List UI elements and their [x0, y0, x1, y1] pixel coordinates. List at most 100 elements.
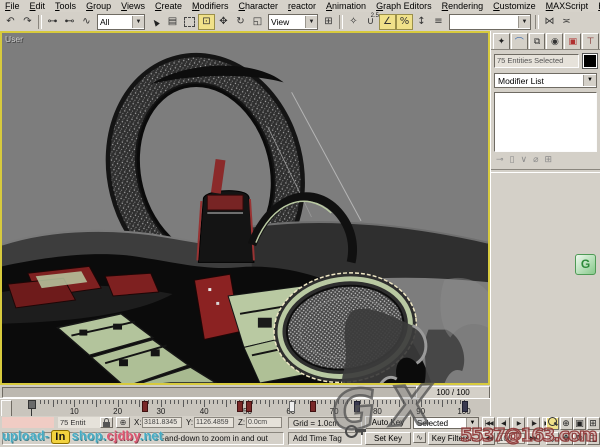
play-button[interactable]: ▶ — [512, 417, 525, 430]
use-pivot-center-button[interactable]: ⊞ — [320, 14, 337, 30]
z-coordinate-field[interactable]: 0.0cm — [246, 417, 282, 428]
viewport-user[interactable]: User — [0, 31, 490, 385]
menu-customize[interactable]: Customize — [488, 0, 541, 12]
menu-modifiers[interactable]: Modifiers — [187, 0, 234, 12]
chevron-down-icon[interactable]: ▼ — [518, 16, 530, 28]
menu-edit[interactable]: Edit — [25, 0, 51, 12]
select-and-scale-button[interactable]: ◱ — [249, 14, 266, 30]
menu-grapheditors[interactable]: Graph Editors — [371, 0, 437, 12]
absolute-offset-toggle[interactable]: ⊕ — [116, 417, 130, 428]
select-and-rotate-button[interactable]: ↻ — [232, 14, 249, 30]
select-object-button[interactable]: ▲ — [147, 14, 164, 30]
pan-button[interactable]: ✥ — [560, 432, 573, 445]
chevron-down-icon[interactable]: ▼ — [466, 418, 478, 428]
x-coordinate-field[interactable]: 3181.8345 — [142, 417, 182, 428]
display-tab[interactable]: ▣ — [564, 33, 581, 49]
select-and-link-button[interactable]: ⊶ — [44, 14, 61, 30]
next-key-button[interactable]: ▶▶ — [527, 432, 540, 445]
pin-stack-button[interactable]: ⊸ — [496, 155, 504, 165]
keyframe-marker[interactable] — [462, 401, 468, 412]
menu-tools[interactable]: Tools — [50, 0, 81, 12]
object-name-field[interactable]: 75 Entities Selected — [494, 54, 579, 68]
menu-animation[interactable]: Animation — [321, 0, 371, 12]
bind-to-spacewarp-button[interactable]: ∿ — [78, 14, 95, 30]
window-crossing-toggle[interactable]: ⊡ — [198, 14, 215, 30]
remove-modifier-button[interactable]: ⌀ — [533, 155, 538, 165]
angle-snap-toggle[interactable]: ∠ — [379, 14, 396, 30]
rect-selection-region-button[interactable] — [181, 14, 198, 30]
field-of-view-button[interactable]: ◇ — [546, 432, 559, 445]
menu-views[interactable]: Views — [116, 0, 150, 12]
redo-button[interactable]: ↷ — [19, 14, 36, 30]
spinner-snap-toggle[interactable]: ↕ — [413, 14, 430, 30]
menu-file[interactable]: File — [0, 0, 25, 12]
unlink-selection-button[interactable]: ⊷ — [61, 14, 78, 30]
make-unique-button[interactable]: ∨ — [521, 155, 528, 165]
track-bar-ruler[interactable]: 102030405060708090100 — [11, 399, 489, 417]
menu-maxscript[interactable]: MAXScript — [541, 0, 594, 12]
current-frame-field[interactable]: 100 — [497, 433, 525, 444]
select-and-manipulate-button[interactable]: ✧ — [345, 14, 362, 30]
viewport-canvas[interactable] — [2, 33, 488, 383]
modify-tab[interactable]: ⌒ — [511, 33, 528, 49]
next-frame-button[interactable]: |▶ — [527, 417, 540, 430]
undo-button[interactable]: ↶ — [2, 14, 19, 30]
create-tab[interactable]: ✦ — [493, 33, 510, 49]
menu-create[interactable]: Create — [150, 0, 187, 12]
time-slider[interactable]: 100 / 100 — [0, 385, 490, 398]
set-key-button[interactable]: Set Key — [365, 432, 411, 445]
zoom-extents-button[interactable]: ▣ — [573, 417, 586, 430]
keyframe-marker[interactable] — [142, 401, 148, 412]
menu-help[interactable]: Help — [593, 0, 600, 12]
new-key-tangent-button[interactable]: ∿ — [413, 432, 426, 443]
key-mode-toggle[interactable]: ◀◀ — [482, 432, 495, 445]
menu-group[interactable]: Group — [81, 0, 116, 12]
menu-reactor[interactable]: reactor — [283, 0, 321, 12]
chevron-down-icon[interactable]: ▼ — [305, 16, 317, 28]
keyframe-marker[interactable] — [289, 401, 295, 412]
chevron-down-icon[interactable]: ▼ — [583, 75, 596, 86]
show-end-result-button[interactable]: ▯ — [510, 155, 515, 165]
selection-lock-toggle[interactable] — [100, 417, 113, 428]
zoom-extents-all-button[interactable]: ⊞ — [587, 417, 600, 430]
min-max-toggle-button[interactable]: ◱ — [587, 432, 600, 445]
zoom-all-button[interactable]: ⊕ — [560, 417, 573, 430]
modifier-stack-list[interactable] — [494, 92, 597, 152]
reference-coordinate-dropdown[interactable]: View▼ — [268, 14, 318, 30]
select-and-move-button[interactable]: ✥ — [215, 14, 232, 30]
keyframe-marker[interactable] — [246, 401, 252, 412]
arc-rotate-button[interactable]: ↻ — [573, 432, 586, 445]
keyframe-marker[interactable] — [354, 401, 360, 412]
named-selection-dropdown[interactable]: ▼ — [449, 14, 531, 30]
align-button[interactable]: ≍ — [558, 14, 575, 30]
percent-snap-toggle[interactable]: % — [396, 14, 413, 30]
configure-modifier-sets-button[interactable]: ⊞ — [545, 155, 553, 165]
key-selection-dropdown[interactable]: Selected ▼ — [413, 417, 479, 429]
viewport-label[interactable]: User — [5, 34, 23, 44]
menu-rendering[interactable]: Rendering — [437, 0, 489, 12]
edit-named-selections-button[interactable]: ≡ — [430, 14, 447, 30]
maxscript-mini-listener[interactable] — [2, 417, 54, 428]
menu-character[interactable]: Character — [233, 0, 283, 12]
go-to-start-button[interactable]: |◀◀ — [482, 417, 495, 430]
set-key-mode-icon[interactable] — [340, 419, 363, 444]
track-bar-slider-pin[interactable] — [28, 400, 36, 409]
snap-toggle-button[interactable]: ∪2.5 — [362, 14, 379, 30]
mirror-button[interactable]: ⋈ — [541, 14, 558, 30]
utilities-tab[interactable]: ⊤ — [582, 33, 599, 49]
track-bar[interactable]: 102030405060708090100 — [0, 398, 490, 416]
zoom-button[interactable] — [546, 417, 559, 430]
object-color-swatch[interactable] — [583, 54, 597, 68]
selection-filter-dropdown[interactable]: All▼ — [97, 14, 145, 30]
previous-frame-button[interactable]: ◀| — [497, 417, 510, 430]
hierarchy-tab[interactable]: ⧉ — [529, 33, 546, 49]
key-filters-button[interactable]: Key Filters... — [428, 432, 480, 445]
keyframe-marker[interactable] — [237, 401, 243, 412]
chevron-down-icon[interactable]: ▼ — [132, 16, 144, 28]
motion-tab[interactable]: ◉ — [546, 33, 563, 49]
y-coordinate-field[interactable]: 1126.4859 — [194, 417, 234, 428]
select-by-name-button[interactable]: ▤ — [164, 14, 181, 30]
auto-key-button[interactable]: Auto Key — [365, 416, 411, 429]
keyframe-marker[interactable] — [310, 401, 316, 412]
modifier-list-dropdown[interactable]: Modifier List ▼ — [494, 73, 597, 88]
